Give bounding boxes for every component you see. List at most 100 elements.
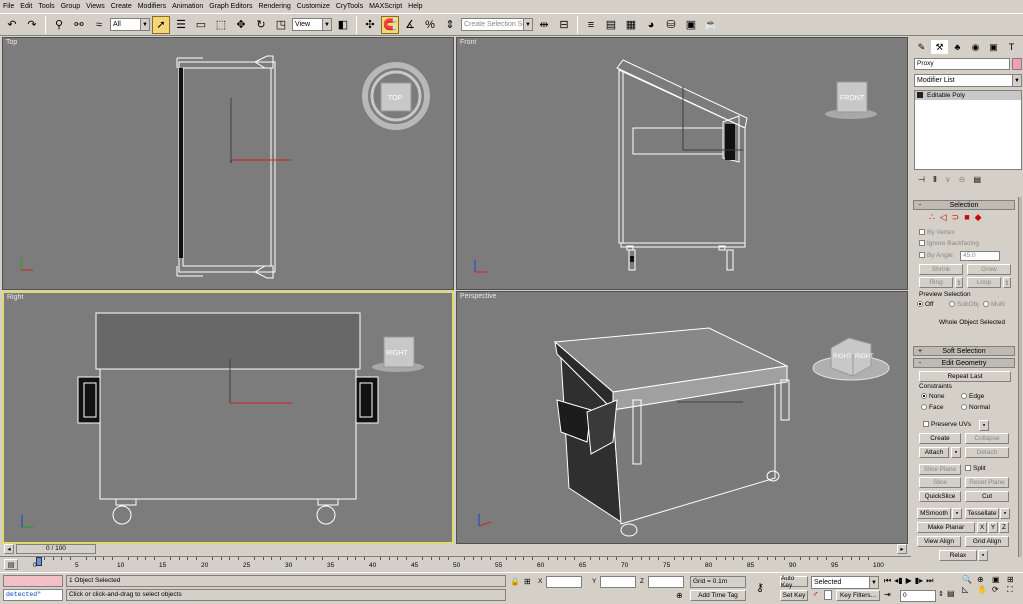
select-and-scale-icon[interactable]: ◳ <box>272 16 290 34</box>
mini-curve-editor-icon[interactable]: ▤ <box>4 559 18 570</box>
cut-button[interactable]: Cut <box>965 491 1009 502</box>
vertex-icon[interactable]: ∴ <box>929 212 935 223</box>
set-key-icon[interactable]: ♂ <box>812 589 819 599</box>
align-icon[interactable]: ⊟ <box>555 16 573 34</box>
by-angle-checkbox[interactable]: By Angle: <box>919 252 954 259</box>
attach-list-button[interactable]: ▪ <box>951 447 961 458</box>
named-selection-sets-dropdown[interactable]: Create Selection Set ▼ <box>461 18 533 31</box>
menu-create[interactable]: Create <box>108 0 135 13</box>
spinner-snap-icon[interactable]: ⇕ <box>441 16 459 34</box>
planar-z-button[interactable]: Z <box>999 522 1009 533</box>
rendered-frame-window-icon[interactable]: ▣ <box>682 16 700 34</box>
detach-button[interactable]: Detach <box>965 447 1009 458</box>
planar-y-button[interactable]: Y <box>988 522 998 533</box>
menu-maxscript[interactable]: MAXScript <box>366 0 405 13</box>
selection-rollout-header[interactable]: - Selection <box>913 200 1015 210</box>
menu-crytools[interactable]: CryTools <box>333 0 366 13</box>
planar-x-button[interactable]: X <box>977 522 987 533</box>
slice-button[interactable]: Slice <box>919 477 961 488</box>
by-vertex-checkbox[interactable]: By Vertex <box>919 229 955 236</box>
select-and-move-icon[interactable]: ✥ <box>232 16 250 34</box>
make-unique-icon[interactable]: ∨ <box>945 175 951 184</box>
absolute-mode-icon[interactable]: ⊞ <box>524 577 531 586</box>
angle-threshold-spinner[interactable]: 45.0 <box>960 251 1000 261</box>
layer-manager-icon[interactable]: ≡ <box>582 16 600 34</box>
curve-editor-icon[interactable]: ▤ <box>602 16 620 34</box>
select-object-icon[interactable]: ➚ <box>152 15 170 34</box>
menu-graph-editors[interactable]: Graph Editors <box>206 0 255 13</box>
preview-off-radio[interactable]: Off <box>917 301 934 308</box>
repeat-last-button[interactable]: Repeat Last <box>919 371 1011 382</box>
menu-modifiers[interactable]: Modifiers <box>135 0 169 13</box>
quickslice-button[interactable]: QuickSlice <box>919 491 961 502</box>
redo-icon[interactable]: ↷ <box>23 16 41 34</box>
maxscript-listener-top[interactable] <box>3 575 63 587</box>
menu-file[interactable]: File <box>0 0 17 13</box>
render-setup-icon[interactable]: ⛁ <box>662 16 680 34</box>
show-end-result-icon[interactable]: Ⅱ <box>933 175 937 184</box>
relax-button[interactable]: Relax <box>939 550 977 561</box>
object-name-field[interactable]: Proxy <box>914 58 1010 70</box>
current-frame-field[interactable]: 0 <box>900 590 936 602</box>
rectangular-selection-icon[interactable]: ▭ <box>192 16 210 34</box>
select-and-rotate-icon[interactable]: ↻ <box>252 16 270 34</box>
time-slider-prev-icon[interactable]: ◂ <box>4 544 14 554</box>
menu-customize[interactable]: Customize <box>294 0 333 13</box>
grid-align-button[interactable]: Grid Align <box>965 536 1009 547</box>
ring-spinner[interactable]: ⇕ <box>955 277 963 288</box>
go-to-end-icon[interactable]: ⏭ <box>926 576 933 586</box>
menu-rendering[interactable]: Rendering <box>255 0 293 13</box>
key-icon[interactable]: ⚷ <box>756 581 764 594</box>
zoom-extents-icon[interactable]: ▣ <box>992 575 1006 584</box>
msmooth-button[interactable]: MSmooth <box>917 508 951 519</box>
field-of-view-icon[interactable]: ◺ <box>962 585 976 595</box>
modifier-list-dropdown[interactable]: Modifier List ▼ <box>914 74 1022 87</box>
x-coordinate-field[interactable] <box>546 576 582 588</box>
modify-tab-icon[interactable]: ⚒ <box>931 40 948 54</box>
preserve-uvs-checkbox[interactable]: Preserve UVs <box>923 421 971 428</box>
schematic-view-icon[interactable]: ▦ <box>622 16 640 34</box>
tessellate-settings-button[interactable]: ▪ <box>1000 508 1010 519</box>
reset-plane-button[interactable]: Reset Plane <box>965 477 1009 488</box>
create-button[interactable]: Create <box>919 433 961 444</box>
tessellate-button[interactable]: Tessellate <box>965 508 999 519</box>
viewport-perspective[interactable]: RIGHT RIGHT Perspective <box>456 291 908 544</box>
zoom-all-icon[interactable]: ⊕ <box>977 575 991 584</box>
quick-render-icon[interactable]: ☕ <box>702 16 720 34</box>
reference-coordinate-dropdown[interactable]: View ▼ <box>292 18 332 31</box>
menu-tools[interactable]: Tools <box>35 0 57 13</box>
relax-settings-button[interactable]: ▪ <box>978 550 988 561</box>
previous-frame-icon[interactable]: ◂▮ <box>894 576 902 586</box>
edge-icon[interactable]: ◁ <box>940 212 947 223</box>
viewport-top[interactable]: TOP Top <box>2 37 454 290</box>
loop-button[interactable]: Loop <box>967 277 1001 288</box>
collapse-button[interactable]: Collapse <box>965 433 1009 444</box>
make-planar-button[interactable]: Make Planar <box>917 522 975 533</box>
go-to-start-icon[interactable]: ⏮ <box>884 576 891 586</box>
create-tab-icon[interactable]: ✎ <box>913 40 930 54</box>
command-panel-scrollbar[interactable] <box>1018 197 1022 557</box>
select-by-name-icon[interactable]: ☰ <box>172 16 190 34</box>
orbit-icon[interactable]: ⟳ <box>992 585 1006 595</box>
pivot-center-icon[interactable]: ◧ <box>334 16 352 34</box>
frame-spinner-icon[interactable]: ⇕ <box>938 590 944 598</box>
time-configuration-icon[interactable]: ▤ <box>947 589 955 598</box>
constraint-none-radio[interactable]: None <box>921 393 945 400</box>
viewport-front-label[interactable]: Front <box>460 39 476 46</box>
constraint-face-radio[interactable]: Face <box>921 404 943 411</box>
key-filters-button[interactable]: Key Filters... <box>836 590 880 601</box>
border-icon[interactable]: ⊃ <box>952 212 960 223</box>
y-coordinate-field[interactable] <box>600 576 636 588</box>
split-checkbox[interactable]: Split <box>965 465 986 472</box>
view-align-button[interactable]: View Align <box>917 536 961 547</box>
viewport-right[interactable]: RIGHT Right <box>2 291 454 544</box>
zoom-icon[interactable]: 🔍 <box>962 575 976 584</box>
ring-button[interactable]: Ring <box>919 277 953 288</box>
add-time-tag-button[interactable]: Add Time Tag <box>690 590 746 601</box>
selection-filter-dropdown[interactable]: All ▼ <box>110 18 150 31</box>
preview-subobj-radio[interactable]: SubObj <box>949 301 979 308</box>
play-icon[interactable]: ▶ <box>906 576 912 586</box>
preview-multi-radio[interactable]: Multi <box>983 301 1005 308</box>
constraint-normal-radio[interactable]: Normal <box>961 404 990 411</box>
menu-views[interactable]: Views <box>83 0 108 13</box>
